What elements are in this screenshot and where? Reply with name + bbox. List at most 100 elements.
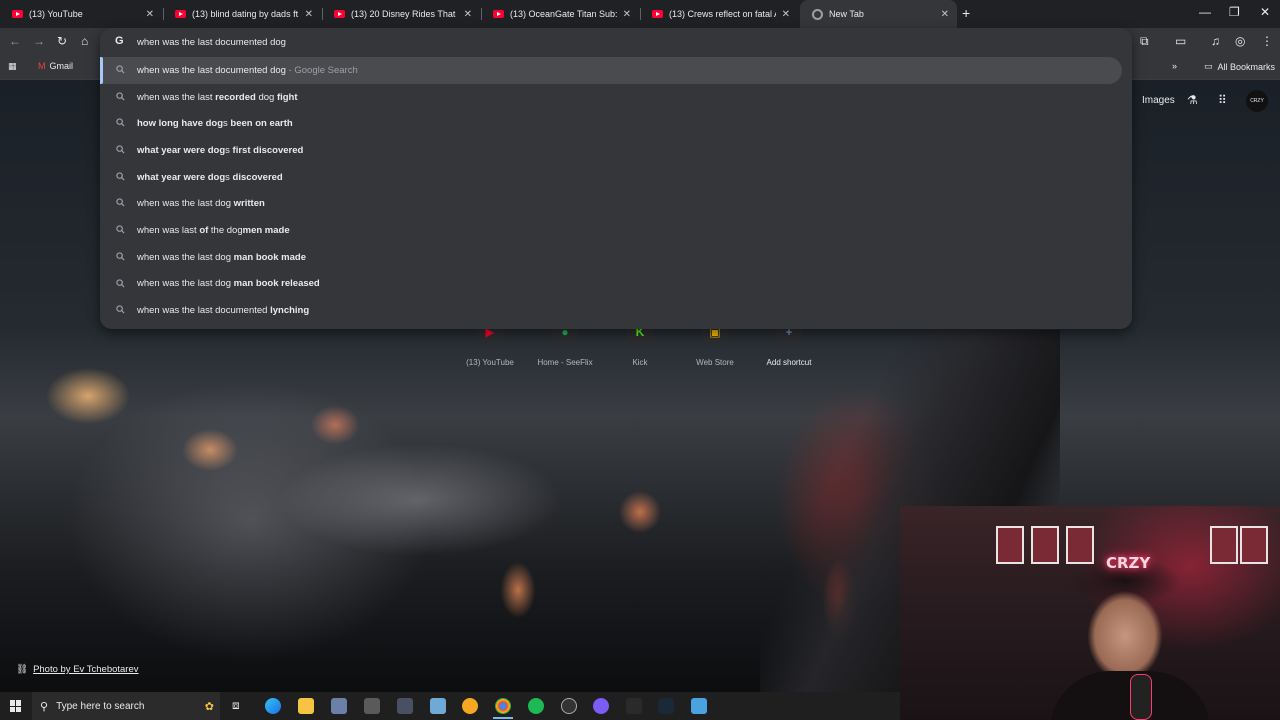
- restore-icon[interactable]: ❐: [1229, 5, 1240, 19]
- suggestion-google-search[interactable]: when was the last documented dog - Googl…: [100, 57, 1122, 84]
- chrome-icon[interactable]: [495, 698, 511, 714]
- photo-credit-link[interactable]: ⛓ Photo by Ev Tchebotarev: [16, 664, 139, 675]
- calculator-icon[interactable]: [364, 698, 380, 714]
- wall-frame: [1066, 526, 1094, 564]
- minimize-icon[interactable]: —: [1199, 5, 1211, 19]
- suggestion-item[interactable]: when was the last documented lynching: [100, 297, 1132, 324]
- file-explorer-icon[interactable]: [298, 698, 314, 714]
- taskbar-search[interactable]: ⚲ Type here to search ✿: [32, 692, 220, 720]
- spotify-icon[interactable]: [528, 698, 544, 714]
- wall-frame: [996, 526, 1024, 564]
- extensions-icon[interactable]: ⧉: [1140, 34, 1149, 49]
- google-apps-icon[interactable]: ⠿: [1218, 93, 1227, 107]
- windows-start-icon[interactable]: [10, 700, 22, 712]
- close-icon[interactable]: ✕: [146, 9, 154, 20]
- window-close-icon[interactable]: ✕: [1260, 5, 1270, 19]
- back-arrow-icon[interactable]: ←: [9, 34, 21, 48]
- tab-youtube[interactable]: (13) YouTube ✕: [0, 0, 162, 28]
- suggestion-text: when was the last dog man book released: [137, 278, 320, 290]
- youtube-icon: [334, 10, 345, 18]
- app-icon[interactable]: [561, 698, 577, 714]
- close-icon[interactable]: ✕: [305, 9, 313, 20]
- close-icon[interactable]: ✕: [464, 9, 472, 20]
- side-panel-icon[interactable]: ▭: [1175, 34, 1186, 48]
- home-icon[interactable]: ⌂: [81, 34, 88, 48]
- media-controls-icon[interactable]: ♫: [1211, 34, 1220, 48]
- bookmark-label: Gmail: [49, 61, 74, 71]
- labs-flask-icon[interactable]: ⚗: [1187, 93, 1198, 107]
- suggestion-item[interactable]: what year were dogs discovered: [100, 164, 1132, 191]
- photo-credit-text: Photo by Ev Tchebotarev: [33, 664, 139, 675]
- suggestion-item[interactable]: when was the last dog written: [100, 190, 1132, 217]
- taskbar-search-placeholder: Type here to search: [56, 700, 145, 712]
- brave-icon[interactable]: [462, 698, 478, 714]
- suggestion-text: when was the last documented dog - Googl…: [137, 64, 358, 76]
- microphone: [1130, 674, 1152, 720]
- close-icon[interactable]: ✕: [941, 9, 949, 20]
- google-g-icon: G: [115, 35, 124, 47]
- reload-icon[interactable]: ↻: [57, 34, 67, 48]
- tab-strip: (13) YouTube ✕ (13) blind dating by dads…: [0, 0, 1280, 28]
- forward-arrow-icon[interactable]: →: [33, 34, 45, 48]
- tab-title: (13) blind dating by dads ft. gra: [192, 9, 299, 19]
- neon-sign: CRZY: [1106, 554, 1151, 572]
- discord-icon[interactable]: [593, 698, 609, 714]
- search-icon: [116, 118, 125, 127]
- task-view-icon[interactable]: ⧈: [232, 698, 248, 714]
- app-icon[interactable]: [626, 698, 642, 714]
- menu-dots-icon[interactable]: ⋮: [1261, 34, 1273, 48]
- app-icon[interactable]: [331, 698, 347, 714]
- suggestion-item[interactable]: what year were dogs first discovered: [100, 137, 1132, 164]
- suggestion-item[interactable]: when was last of the dogmen made: [100, 217, 1132, 244]
- suggestion-list: when was the last documented dog - Googl…: [100, 57, 1132, 324]
- taskbar: ⚲ Type here to search ✿ ⧈: [0, 692, 900, 720]
- youtube-icon: [12, 10, 23, 18]
- tab-oceangate[interactable]: (13) OceanGate Titan Sub: My C ✕: [481, 0, 639, 28]
- search-icon: [116, 252, 125, 261]
- tab-title: (13) 20 Disney Rides That Had: [351, 9, 458, 19]
- suggestion-item[interactable]: how long have dogs been on earth: [100, 110, 1132, 137]
- more-bookmarks-icon[interactable]: »: [1172, 61, 1177, 71]
- link-icon: ⛓: [16, 664, 29, 675]
- suggestion-text: when was the last dog man book made: [137, 251, 306, 263]
- app-icon[interactable]: [691, 698, 707, 714]
- steam-icon[interactable]: [658, 698, 674, 714]
- omnibox-query[interactable]: when was the last documented dog: [137, 37, 286, 48]
- app-icon[interactable]: [430, 698, 446, 714]
- images-link[interactable]: Images: [1142, 95, 1175, 106]
- edge-icon[interactable]: [265, 698, 281, 714]
- suggestion-text: when was last of the dogmen made: [137, 224, 290, 236]
- bookmark-label: All Bookmarks: [1217, 61, 1276, 72]
- app-icon[interactable]: [397, 698, 413, 714]
- tab-crews-reflect[interactable]: (13) Crews reflect on fatal Alask ✕: [640, 0, 798, 28]
- close-icon[interactable]: ✕: [782, 9, 790, 20]
- account-avatar[interactable]: CRZY: [1246, 90, 1268, 112]
- active-indicator: [493, 717, 513, 719]
- youtube-icon: [175, 10, 186, 18]
- search-icon: [116, 305, 125, 314]
- shortcut-label: Home - SeeFlix: [537, 358, 593, 367]
- suggestion-item[interactable]: when was the last recorded dog fight: [100, 84, 1132, 111]
- tab-new-tab[interactable]: New Tab ✕: [800, 0, 957, 28]
- all-bookmarks[interactable]: ▭ All Bookmarks: [1204, 61, 1275, 72]
- tab-blind-dating[interactable]: (13) blind dating by dads ft. gra ✕: [163, 0, 321, 28]
- tab-disney-rides[interactable]: (13) 20 Disney Rides That Had ✕: [322, 0, 480, 28]
- shortcut-label: Add shortcut: [766, 358, 812, 367]
- youtube-icon: [493, 10, 504, 18]
- webcam-overlay: CRZY: [900, 506, 1280, 720]
- new-tab-plus-icon[interactable]: +: [962, 5, 970, 21]
- apps-grid-icon[interactable]: ▦: [8, 61, 17, 72]
- close-icon[interactable]: ✕: [623, 9, 631, 20]
- shortcut-label: Web Store: [696, 358, 734, 367]
- wall-frame: [1210, 526, 1238, 564]
- suggestion-text: how long have dogs been on earth: [137, 118, 293, 130]
- bookmark-gmail[interactable]: M Gmail: [38, 61, 73, 71]
- profile-icon[interactable]: ◎: [1235, 34, 1245, 48]
- suggestion-item[interactable]: when was the last dog man book released: [100, 271, 1132, 298]
- search-icon: [116, 278, 125, 288]
- omnibox-input[interactable]: G when was the last documented dog: [100, 28, 1132, 56]
- search-icon: [116, 172, 125, 181]
- chrome-icon: [812, 8, 823, 20]
- suggestion-text: what year were dogs discovered: [137, 171, 283, 183]
- suggestion-item[interactable]: when was the last dog man book made: [100, 244, 1132, 271]
